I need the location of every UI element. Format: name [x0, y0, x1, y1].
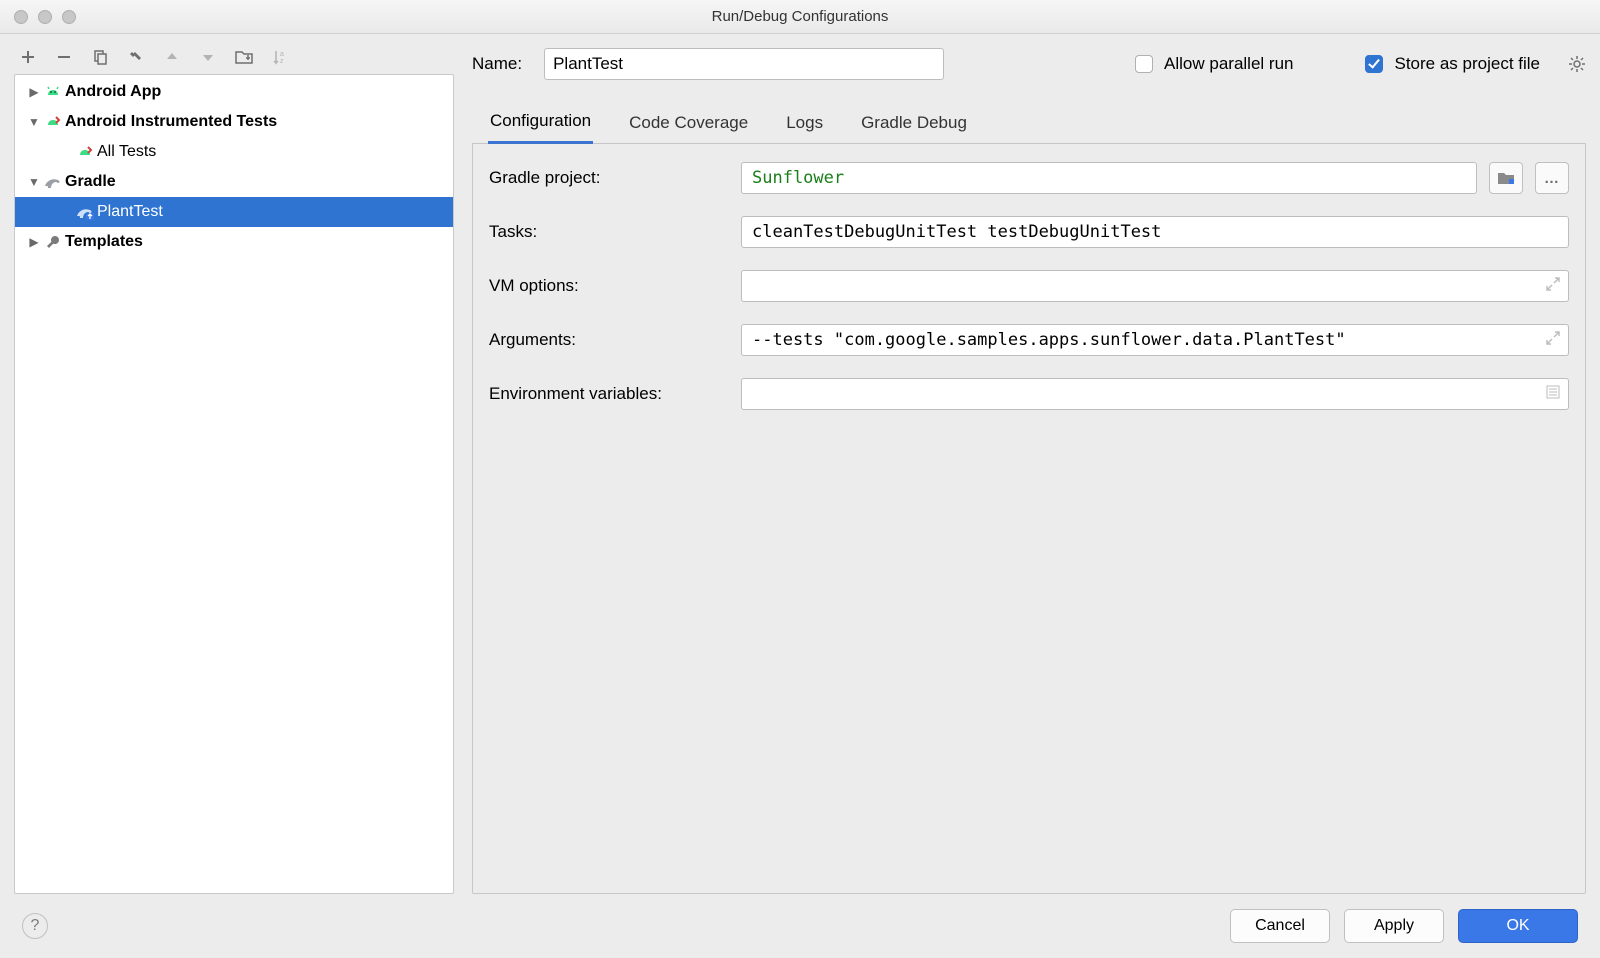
tree-item-planttest[interactable]: PlantTest: [15, 197, 453, 227]
tree-item-android-app[interactable]: ▶ Android App: [15, 77, 453, 107]
copy-config-button[interactable]: [90, 47, 110, 67]
chevron-down-icon: ▼: [25, 115, 43, 129]
chevron-right-icon: ▶: [25, 235, 43, 249]
gradle-icon: [43, 172, 63, 192]
tab-gradle-debug[interactable]: Gradle Debug: [859, 113, 969, 143]
gradle-project-input[interactable]: [741, 162, 1477, 194]
gradle-project-browse-button[interactable]: [1489, 162, 1523, 194]
tree-item-label: Templates: [63, 233, 143, 251]
tree-item-label: Android App: [63, 83, 161, 101]
add-config-button[interactable]: [18, 47, 38, 67]
configuration-panel: Gradle project: … Tasks: VM options:: [472, 144, 1586, 894]
config-tabs: Configuration Code Coverage Logs Gradle Deb…: [472, 104, 1586, 144]
save-to-folder-button[interactable]: [234, 47, 254, 67]
name-label: Name:: [472, 54, 522, 74]
edit-templates-button[interactable]: [126, 47, 146, 67]
chevron-right-icon: ▶: [25, 85, 43, 99]
config-tree[interactable]: ▶ Android App ▼ Android Instrumented Tests A…: [14, 74, 454, 894]
cancel-button[interactable]: Cancel: [1230, 909, 1330, 943]
move-up-button[interactable]: [162, 47, 182, 67]
help-button[interactable]: ?: [22, 913, 48, 939]
android-test-icon: [43, 112, 63, 132]
tab-code-coverage[interactable]: Code Coverage: [627, 113, 750, 143]
android-test-icon: [75, 142, 95, 162]
store-options-gear-icon[interactable]: [1568, 55, 1586, 73]
chevron-down-icon: ▼: [25, 175, 43, 189]
sort-button[interactable]: az: [270, 47, 290, 67]
ok-button[interactable]: OK: [1458, 909, 1578, 943]
arguments-input[interactable]: [741, 324, 1569, 356]
titlebar: Run/Debug Configurations: [0, 0, 1600, 34]
gradle-share-icon: [75, 202, 95, 222]
tree-item-label: Gradle: [63, 173, 116, 191]
store-as-project-file-checkbox[interactable]: Store as project file: [1361, 52, 1540, 76]
svg-text:z: z: [280, 58, 284, 65]
allow-parallel-checkbox[interactable]: Allow parallel run: [1131, 52, 1293, 76]
vm-options-label: VM options:: [489, 276, 729, 296]
tree-item-label: PlantTest: [95, 203, 163, 221]
window-title: Run/Debug Configurations: [0, 8, 1600, 25]
android-icon: [43, 82, 63, 102]
vm-options-input[interactable]: [741, 270, 1569, 302]
tree-item-android-instrumented-tests[interactable]: ▼ Android Instrumented Tests: [15, 107, 453, 137]
tasks-label: Tasks:: [489, 222, 729, 242]
store-as-project-file-label: Store as project file: [1394, 54, 1540, 74]
remove-config-button[interactable]: [54, 47, 74, 67]
wrench-icon: [43, 232, 63, 252]
env-vars-label: Environment variables:: [489, 384, 729, 404]
list-icon[interactable]: [1545, 384, 1561, 400]
tree-item-all-tests[interactable]: All Tests: [15, 137, 453, 167]
apply-button[interactable]: Apply: [1344, 909, 1444, 943]
window-close-button[interactable]: [14, 10, 28, 24]
tasks-input[interactable]: [741, 216, 1569, 248]
name-input[interactable]: [544, 48, 944, 80]
tree-item-gradle[interactable]: ▼ Gradle: [15, 167, 453, 197]
window-minimize-button[interactable]: [38, 10, 52, 24]
svg-text:a: a: [280, 51, 284, 58]
env-vars-input[interactable]: [741, 378, 1569, 410]
tree-item-label: All Tests: [95, 143, 156, 161]
arguments-label: Arguments:: [489, 330, 729, 350]
tab-logs[interactable]: Logs: [784, 113, 825, 143]
move-down-button[interactable]: [198, 47, 218, 67]
config-toolbar: az: [14, 44, 454, 74]
window-zoom-button[interactable]: [62, 10, 76, 24]
gradle-project-more-button[interactable]: …: [1535, 162, 1569, 194]
tree-item-templates[interactable]: ▶ Templates: [15, 227, 453, 257]
allow-parallel-label: Allow parallel run: [1164, 54, 1293, 74]
tree-item-label: Android Instrumented Tests: [63, 113, 277, 131]
gradle-project-label: Gradle project:: [489, 168, 729, 188]
tab-configuration[interactable]: Configuration: [488, 111, 593, 144]
